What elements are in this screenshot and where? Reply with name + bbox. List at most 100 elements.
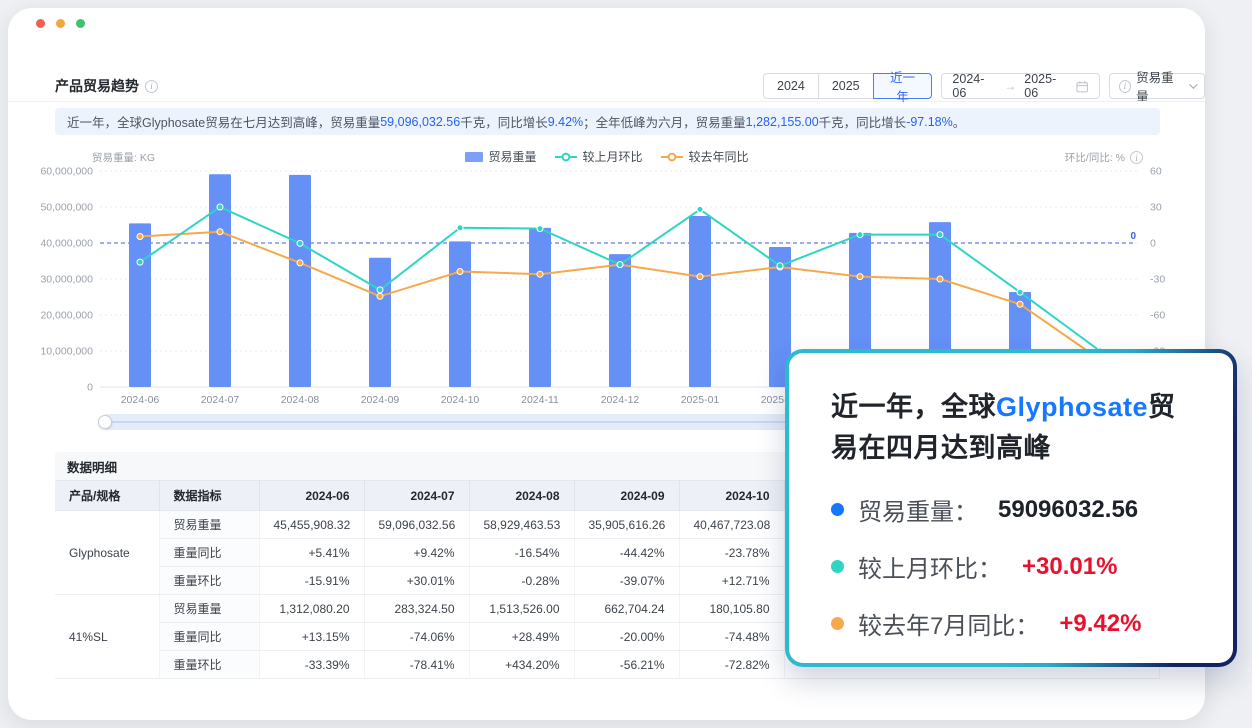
summary-highlight-value: 9.42% <box>548 115 583 129</box>
value-cell: 180,105.80 <box>679 595 784 623</box>
x-axis-label: 2024-11 <box>521 394 559 406</box>
value-cell: 283,324.50 <box>364 595 469 623</box>
value-cell: -72.82% <box>679 651 784 679</box>
summary-text: 。 <box>953 112 966 131</box>
line-point[interactable] <box>377 287 383 293</box>
line-point[interactable] <box>1017 289 1023 295</box>
column-header[interactable]: 2024-06 <box>259 481 364 511</box>
line-point[interactable] <box>297 260 303 266</box>
line-point[interactable] <box>857 274 863 280</box>
line-point[interactable] <box>937 232 943 238</box>
right-axis-tick-label: 0 <box>1150 238 1156 250</box>
bullet-dot-icon <box>831 560 844 573</box>
header-divider <box>8 101 1205 102</box>
column-header[interactable]: 2024-10 <box>679 481 784 511</box>
metric-select-dropdown[interactable]: i 贸易重量 <box>1109 73 1205 99</box>
x-axis-label: 2024-07 <box>201 394 240 406</box>
bar-2025-01[interactable] <box>689 216 711 387</box>
summary-text: 千克，同比增长 <box>819 112 907 131</box>
line-point[interactable] <box>537 271 543 277</box>
value-cell: -0.28% <box>469 567 574 595</box>
value-cell: -56.21% <box>574 651 679 679</box>
window-controls <box>36 19 85 28</box>
card-metric-label: 较去年7月同比： <box>858 606 1039 641</box>
value-cell: 59,096,032.56 <box>364 511 469 539</box>
value-cell: -78.41% <box>364 651 469 679</box>
line-point[interactable] <box>777 263 783 269</box>
x-axis-label: 2025-01 <box>681 394 720 406</box>
column-header[interactable]: 产品/规格 <box>55 481 159 511</box>
column-header[interactable]: 2024-08 <box>469 481 574 511</box>
card-metric-value: +30.01% <box>1022 553 1117 581</box>
line-point[interactable] <box>217 204 223 210</box>
line-point[interactable] <box>857 232 863 238</box>
x-axis-label: 2024-09 <box>361 394 400 406</box>
bar-2024-12[interactable] <box>609 254 631 387</box>
summary-highlight-value: 1,282,155.00 <box>746 115 819 129</box>
bullet-dot-icon <box>831 617 844 630</box>
summary-text: 近一年，全球Glyphosate贸易在七月达到高峰，贸易重量 <box>67 112 380 131</box>
card-metric-row: 贸易重量：59096032.56 <box>831 492 1193 527</box>
value-cell: -23.78% <box>679 539 784 567</box>
value-cell: 1,312,080.20 <box>259 595 364 623</box>
metric-cell: 重量同比 <box>159 539 259 567</box>
left-axis-tick-label: 50,000,000 <box>40 202 93 214</box>
card-title-brand: Glyphosate <box>996 392 1148 422</box>
value-cell: +13.15% <box>259 623 364 651</box>
value-cell: +30.01% <box>364 567 469 595</box>
date-range-start: 2024-06 <box>952 72 996 100</box>
x-axis-label: 2024-08 <box>281 394 320 406</box>
scrollbar-left-handle[interactable] <box>98 415 112 429</box>
line-point[interactable] <box>137 259 143 265</box>
bar-2024-09[interactable] <box>369 258 391 387</box>
date-range-picker[interactable]: 2024-06 → 2025-06 <box>941 73 1099 99</box>
line-point[interactable] <box>217 229 223 235</box>
line-point[interactable] <box>457 269 463 275</box>
x-axis-label: 2024-10 <box>441 394 480 406</box>
value-cell: 40,467,723.08 <box>679 511 784 539</box>
bar-2024-11[interactable] <box>529 228 551 387</box>
bar-2024-10[interactable] <box>449 241 471 387</box>
bar-2024-06[interactable] <box>129 223 151 387</box>
summary-text: 千克，同比增长 <box>460 112 548 131</box>
line-point[interactable] <box>617 262 623 268</box>
line-point[interactable] <box>937 276 943 282</box>
value-cell: 58,929,463.53 <box>469 511 574 539</box>
line-point[interactable] <box>697 206 703 212</box>
line-point[interactable] <box>537 226 543 232</box>
maximize-window-icon[interactable] <box>76 19 85 28</box>
line-point[interactable] <box>137 234 143 240</box>
line-point[interactable] <box>1017 301 1023 307</box>
line-point[interactable] <box>297 240 303 246</box>
card-metric-value: 59096032.56 <box>998 496 1138 524</box>
metric-info-icon: i <box>1119 80 1132 93</box>
value-cell: +28.49% <box>469 623 574 651</box>
line-point[interactable] <box>377 293 383 299</box>
time-range-segmented-control: 2024 2025 近一年 <box>763 73 932 99</box>
close-window-icon[interactable] <box>36 19 45 28</box>
title-info-icon[interactable]: i <box>145 80 158 93</box>
insight-card-title: 近一年，全球Glyphosate贸易在四月达到高峰 <box>831 387 1193 468</box>
value-cell: +434.20% <box>469 651 574 679</box>
left-axis-tick-label: 40,000,000 <box>40 238 93 250</box>
bar-2024-08[interactable] <box>289 175 311 387</box>
minimize-window-icon[interactable] <box>56 19 65 28</box>
recent-year-button[interactable]: 近一年 <box>873 73 933 99</box>
year-2024-button[interactable]: 2024 <box>763 73 819 99</box>
column-header[interactable]: 数据指标 <box>159 481 259 511</box>
metric-cell: 贸易重量 <box>159 511 259 539</box>
metric-cell: 重量同比 <box>159 623 259 651</box>
line-point[interactable] <box>457 225 463 231</box>
column-header[interactable]: 2024-07 <box>364 481 469 511</box>
year-2025-button[interactable]: 2025 <box>818 73 874 99</box>
product-cell: 41%SL <box>55 595 159 679</box>
card-metric-row: 较去年7月同比：+9.42% <box>831 606 1193 641</box>
column-header[interactable]: 2024-09 <box>574 481 679 511</box>
arrow-right-icon: → <box>1004 79 1016 93</box>
x-axis-label: 2024-12 <box>601 394 640 406</box>
value-cell: 45,455,908.32 <box>259 511 364 539</box>
right-axis-tick-label: -30 <box>1150 274 1165 286</box>
value-cell: 35,905,616.26 <box>574 511 679 539</box>
calendar-icon <box>1076 80 1088 93</box>
line-point[interactable] <box>697 274 703 280</box>
